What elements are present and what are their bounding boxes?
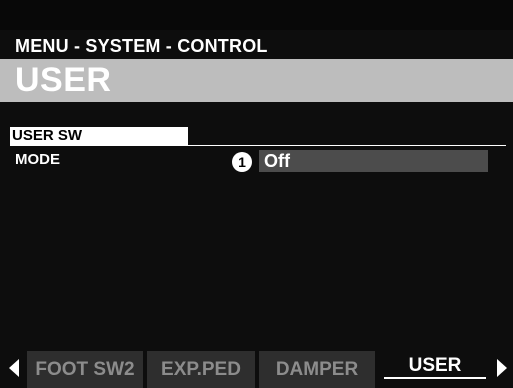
tab-user[interactable]: USER xyxy=(379,349,491,386)
mode-label: MODE xyxy=(15,151,60,168)
title-bar: USER xyxy=(0,59,513,102)
page-title: USER xyxy=(15,61,112,99)
section-label: USER SW xyxy=(12,127,83,144)
active-tab-underline xyxy=(384,377,486,379)
triangle-right-icon[interactable] xyxy=(497,359,507,377)
mode-value-field[interactable]: Off xyxy=(259,150,488,172)
triangle-left-icon[interactable] xyxy=(9,359,19,377)
breadcrumb: MENU - SYSTEM - CONTROL xyxy=(15,36,268,56)
tab-damper[interactable]: DAMPER xyxy=(259,351,375,388)
callout-marker: 1 xyxy=(232,152,252,172)
tab-exp-ped[interactable]: EXP.PED xyxy=(147,351,255,388)
mode-value: Off xyxy=(264,151,290,171)
section-header-user-sw[interactable]: USER SW xyxy=(10,127,188,145)
tab-foot-sw2[interactable]: FOOT SW2 xyxy=(27,351,143,388)
display-screen: MENU - SYSTEM - CONTROL USER USER SW MOD… xyxy=(0,0,513,388)
status-bar xyxy=(0,0,513,30)
section-divider xyxy=(10,145,506,146)
